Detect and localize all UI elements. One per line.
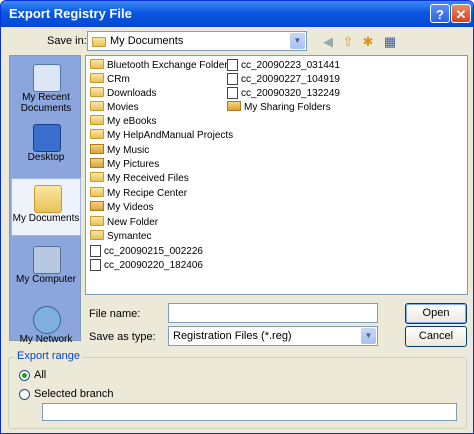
place-desktop[interactable]: Desktop (11, 118, 81, 176)
save-as-type-value: Registration Files (*.reg) (173, 330, 292, 342)
list-item[interactable]: My Music (90, 144, 149, 158)
folder-icon (90, 187, 104, 198)
list-item[interactable]: Symantec (90, 230, 151, 244)
up-folder-icon[interactable]: ⇧ (339, 34, 357, 50)
folder-icon (92, 37, 106, 47)
back-icon[interactable]: ◀ (319, 34, 337, 50)
save-as-type-dropdown[interactable]: Registration Files (*.reg) ▼ (168, 326, 378, 346)
title-bar[interactable]: Export Registry File ? ✕ (1, 1, 473, 27)
list-item[interactable]: My Received Files (90, 172, 189, 186)
list-item[interactable]: CRm (90, 73, 130, 87)
registry-file-icon (90, 245, 101, 258)
save-in-dropdown[interactable]: My Documents ▼ (87, 31, 307, 51)
folder-icon (90, 216, 104, 227)
folder-icon (90, 230, 104, 241)
close-icon[interactable]: ✕ (451, 4, 471, 23)
folder-icon (90, 87, 104, 98)
place-my-recent-documents[interactable]: My Recent Documents (11, 58, 81, 116)
file-name-input[interactable] (168, 303, 378, 323)
list-item[interactable]: My Pictures (90, 158, 159, 172)
list-item[interactable]: My HelpAndManual Projects (90, 129, 233, 143)
registry-file-icon (227, 73, 238, 86)
desktop-icon (33, 124, 61, 152)
folder-icon (90, 172, 104, 183)
list-item[interactable]: New Folder (90, 216, 158, 230)
place-my-documents[interactable]: My Documents (11, 178, 81, 236)
window-title: Export Registry File (9, 6, 132, 21)
list-item[interactable]: Movies (90, 101, 139, 115)
places-bar: My Recent Documents Desktop My Documents… (9, 55, 81, 345)
registry-file-icon (227, 59, 238, 72)
registry-file-icon (227, 87, 238, 100)
file-name-label: File name: (89, 308, 141, 320)
chevron-down-icon[interactable]: ▼ (361, 328, 376, 344)
my-computer-icon (33, 246, 61, 274)
save-in-value: My Documents (110, 35, 184, 47)
open-button[interactable]: Open (405, 303, 467, 324)
folder-icon (90, 59, 104, 70)
list-item[interactable]: My eBooks (90, 115, 156, 129)
cancel-button[interactable]: Cancel (405, 326, 467, 347)
videos-folder-icon (90, 201, 104, 212)
all-label: All (34, 369, 47, 381)
folder-icon (90, 115, 104, 126)
list-item[interactable]: cc_20090320_132249 (227, 87, 340, 101)
save-in-label: Save in: (47, 35, 87, 47)
view-menu-icon[interactable]: ▦ (381, 34, 399, 50)
selected-branch-label: Selected branch (34, 388, 114, 400)
export-registry-dialog: Export Registry File ? ✕ Save in: My Doc… (0, 0, 474, 434)
list-item[interactable]: My Videos (90, 201, 154, 215)
selected-branch-radio[interactable] (19, 389, 30, 400)
file-list[interactable]: Bluetooth Exchange Folder CRm Downloads … (85, 55, 468, 295)
list-item[interactable]: cc_20090215_002226 (90, 245, 203, 259)
list-item[interactable]: Downloads (90, 87, 156, 101)
pictures-folder-icon (90, 158, 104, 169)
all-radio[interactable] (19, 370, 30, 381)
list-item[interactable]: Bluetooth Exchange Folder (90, 59, 228, 73)
new-folder-icon[interactable]: ✱ (359, 34, 377, 50)
chevron-down-icon[interactable]: ▼ (290, 33, 305, 49)
export-range-title: Export range (15, 350, 82, 362)
list-item[interactable]: My Sharing Folders (227, 101, 331, 115)
registry-file-icon (90, 259, 101, 272)
music-folder-icon (90, 144, 104, 155)
folder-icon (90, 73, 104, 84)
sharing-folder-icon (227, 101, 241, 112)
my-network-icon (33, 306, 61, 334)
place-my-computer[interactable]: My Computer (11, 240, 81, 298)
help-icon[interactable]: ? (430, 4, 450, 23)
list-item[interactable]: cc_20090223_031441 (227, 59, 340, 73)
folder-icon (90, 129, 104, 140)
list-item[interactable]: cc_20090227_104919 (227, 73, 340, 87)
save-as-type-label: Save as type: (89, 331, 156, 343)
list-item[interactable]: My Recipe Center (90, 187, 187, 201)
folder-icon (90, 101, 104, 112)
radio-selected-dot (22, 373, 27, 378)
list-item[interactable]: cc_20090220_182406 (90, 259, 203, 273)
selected-branch-input[interactable] (42, 403, 457, 421)
my-documents-icon (34, 185, 62, 213)
recent-documents-icon (33, 64, 61, 92)
